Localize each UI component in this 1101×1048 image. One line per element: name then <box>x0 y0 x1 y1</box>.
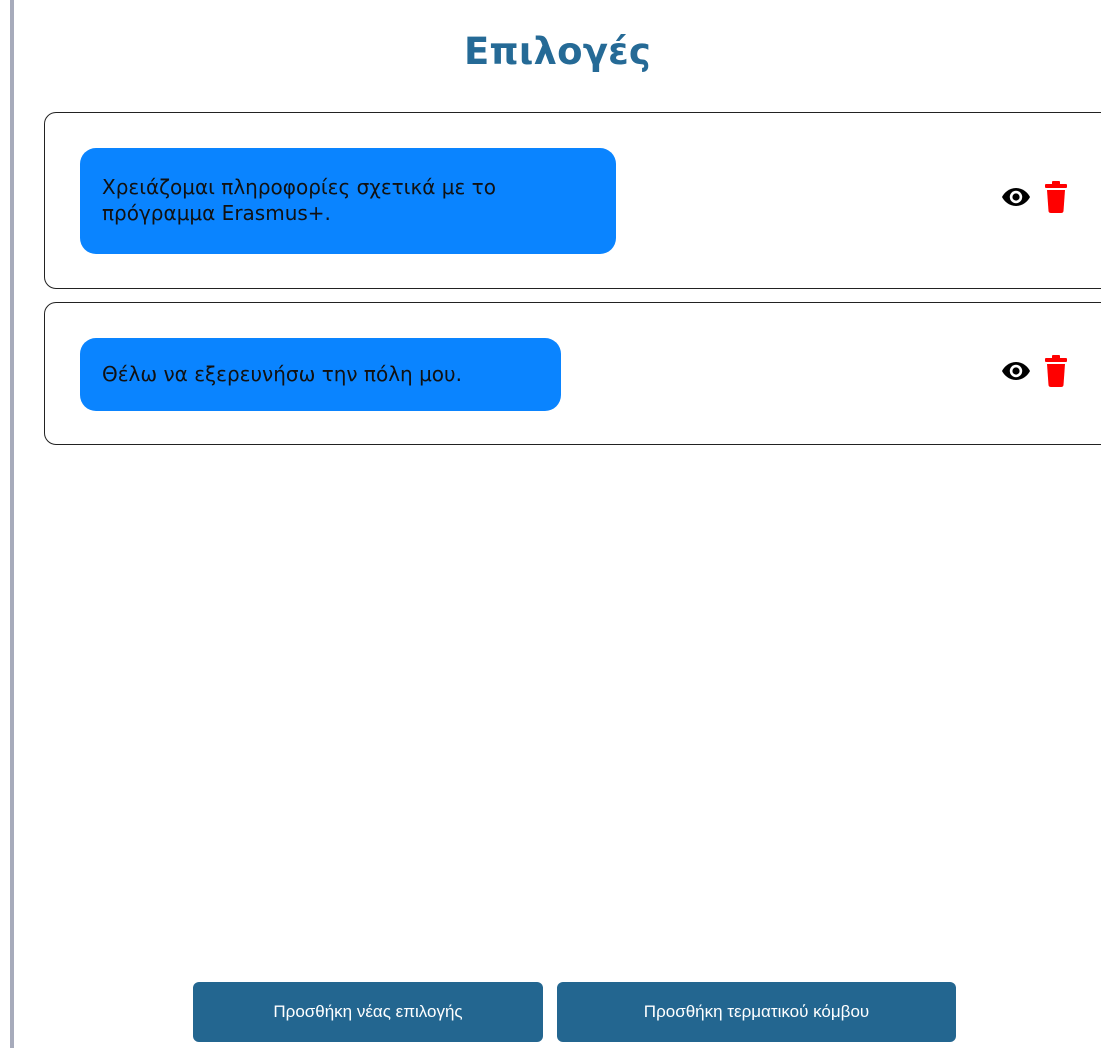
option-card: Θέλω να εξερευνήσω την πόλη μου. <box>44 302 1101 445</box>
left-divider <box>10 0 14 1048</box>
option-text-bubble: Θέλω να εξερευνήσω την πόλη μου. <box>80 338 561 411</box>
options-page: Επιλογές Χρειάζομαι πληροφορίες σχετικά … <box>0 0 1101 1048</box>
option-card: Χρειάζομαι πληροφορίες σχετικά με το πρό… <box>44 112 1101 289</box>
eye-icon[interactable] <box>1001 186 1031 208</box>
option-text-bubble: Χρειάζομαι πληροφορίες σχετικά με το πρό… <box>80 148 616 254</box>
add-terminal-node-button[interactable]: Προσθήκη τερματικού κόμβου <box>557 982 956 1042</box>
option-actions <box>1001 181 1067 213</box>
trash-icon[interactable] <box>1045 181 1067 213</box>
add-option-button[interactable]: Προσθήκη νέας επιλογής <box>193 982 543 1042</box>
page-title: Επιλογές <box>463 30 652 73</box>
option-actions <box>1001 355 1067 387</box>
eye-icon[interactable] <box>1001 360 1031 382</box>
trash-icon[interactable] <box>1045 355 1067 387</box>
bottom-actions: Προσθήκη νέας επιλογής Προσθήκη τερματικ… <box>193 982 956 1042</box>
